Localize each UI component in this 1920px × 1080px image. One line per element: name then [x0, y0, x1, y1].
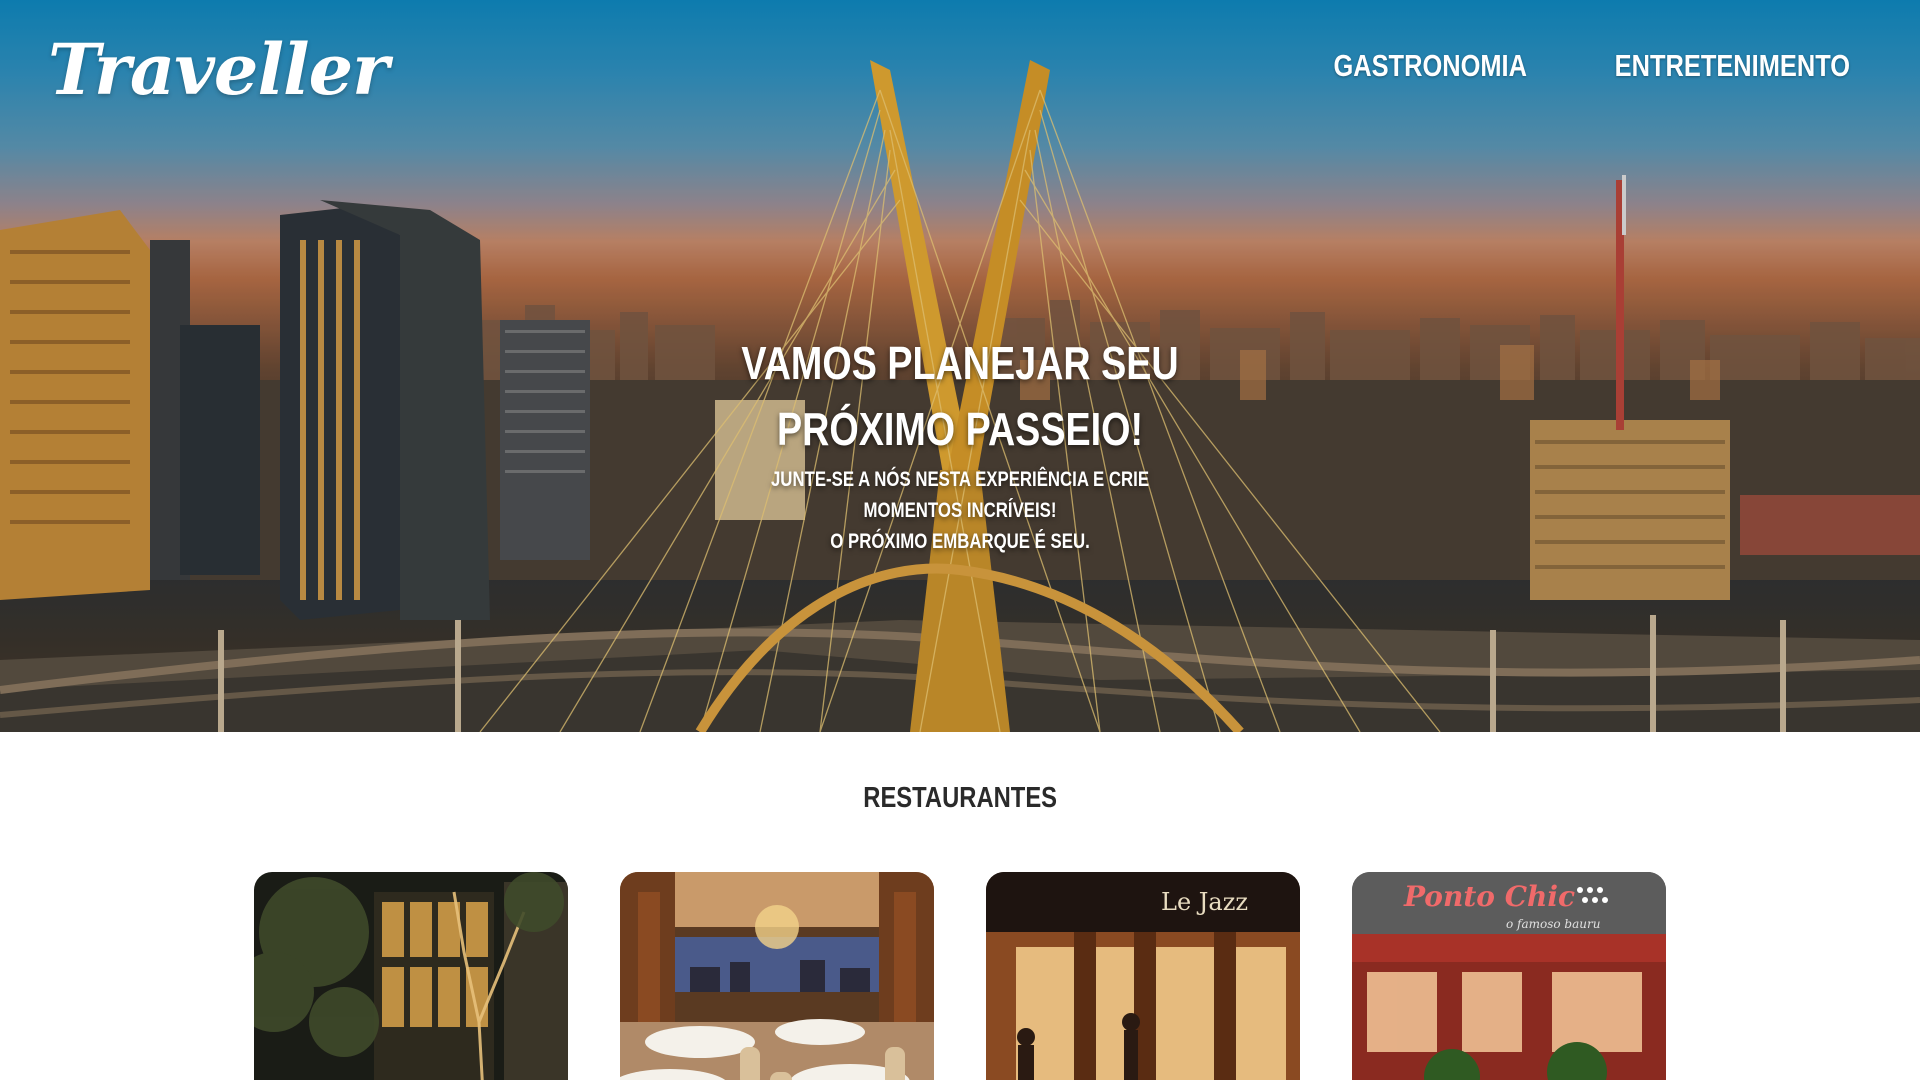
restaurants-heading: Restaurantes — [0, 782, 1920, 815]
restaurant-3-photo: Le Jazz — [986, 872, 1300, 1080]
restaurant-4-photo: Ponto Chic o famoso bauru — [1352, 872, 1666, 1080]
hero-banner: Traveller Gastronomia Entretenimento Vam… — [0, 0, 1920, 732]
restaurant-card-2[interactable] — [620, 872, 934, 1080]
restaurant-card-4[interactable]: Ponto Chic o famoso bauru — [1352, 872, 1666, 1080]
restaurant-card-1[interactable] — [254, 872, 568, 1080]
restaurant-2-photo — [620, 872, 934, 1080]
restaurants-heading-text: Restaurantes — [863, 782, 1057, 814]
le-jazz-sign: Le Jazz — [1161, 888, 1248, 916]
logo[interactable]: Traveller — [48, 28, 389, 111]
main-nav: Gastronomia Entretenimento — [1291, 48, 1850, 84]
ponto-chic-sign: Ponto Chic — [1403, 880, 1575, 913]
hero-title: Vamos planejar seu próximo passeio! — [741, 337, 1179, 455]
restaurant-card-3[interactable]: Le Jazz — [986, 872, 1300, 1080]
nav-link-gastronomia[interactable]: Gastronomia — [1333, 48, 1526, 84]
hero-text-block: Vamos planejar seu próximo passeio! Junt… — [660, 330, 1260, 557]
hero-subtitle-line2: O próximo embarque é seu. — [830, 530, 1090, 553]
nav-link-entretenimento[interactable]: Entretenimento — [1615, 48, 1850, 84]
restaurant-cards: Le Jazz Ponto Chic o famoso bauru — [254, 872, 1666, 1080]
hero-subtitle-line1: Junte-se a nós nesta experiência e crie … — [770, 468, 1150, 522]
restaurant-1-photo — [254, 872, 568, 1080]
ponto-chic-subsign: o famoso bauru — [1506, 917, 1600, 931]
